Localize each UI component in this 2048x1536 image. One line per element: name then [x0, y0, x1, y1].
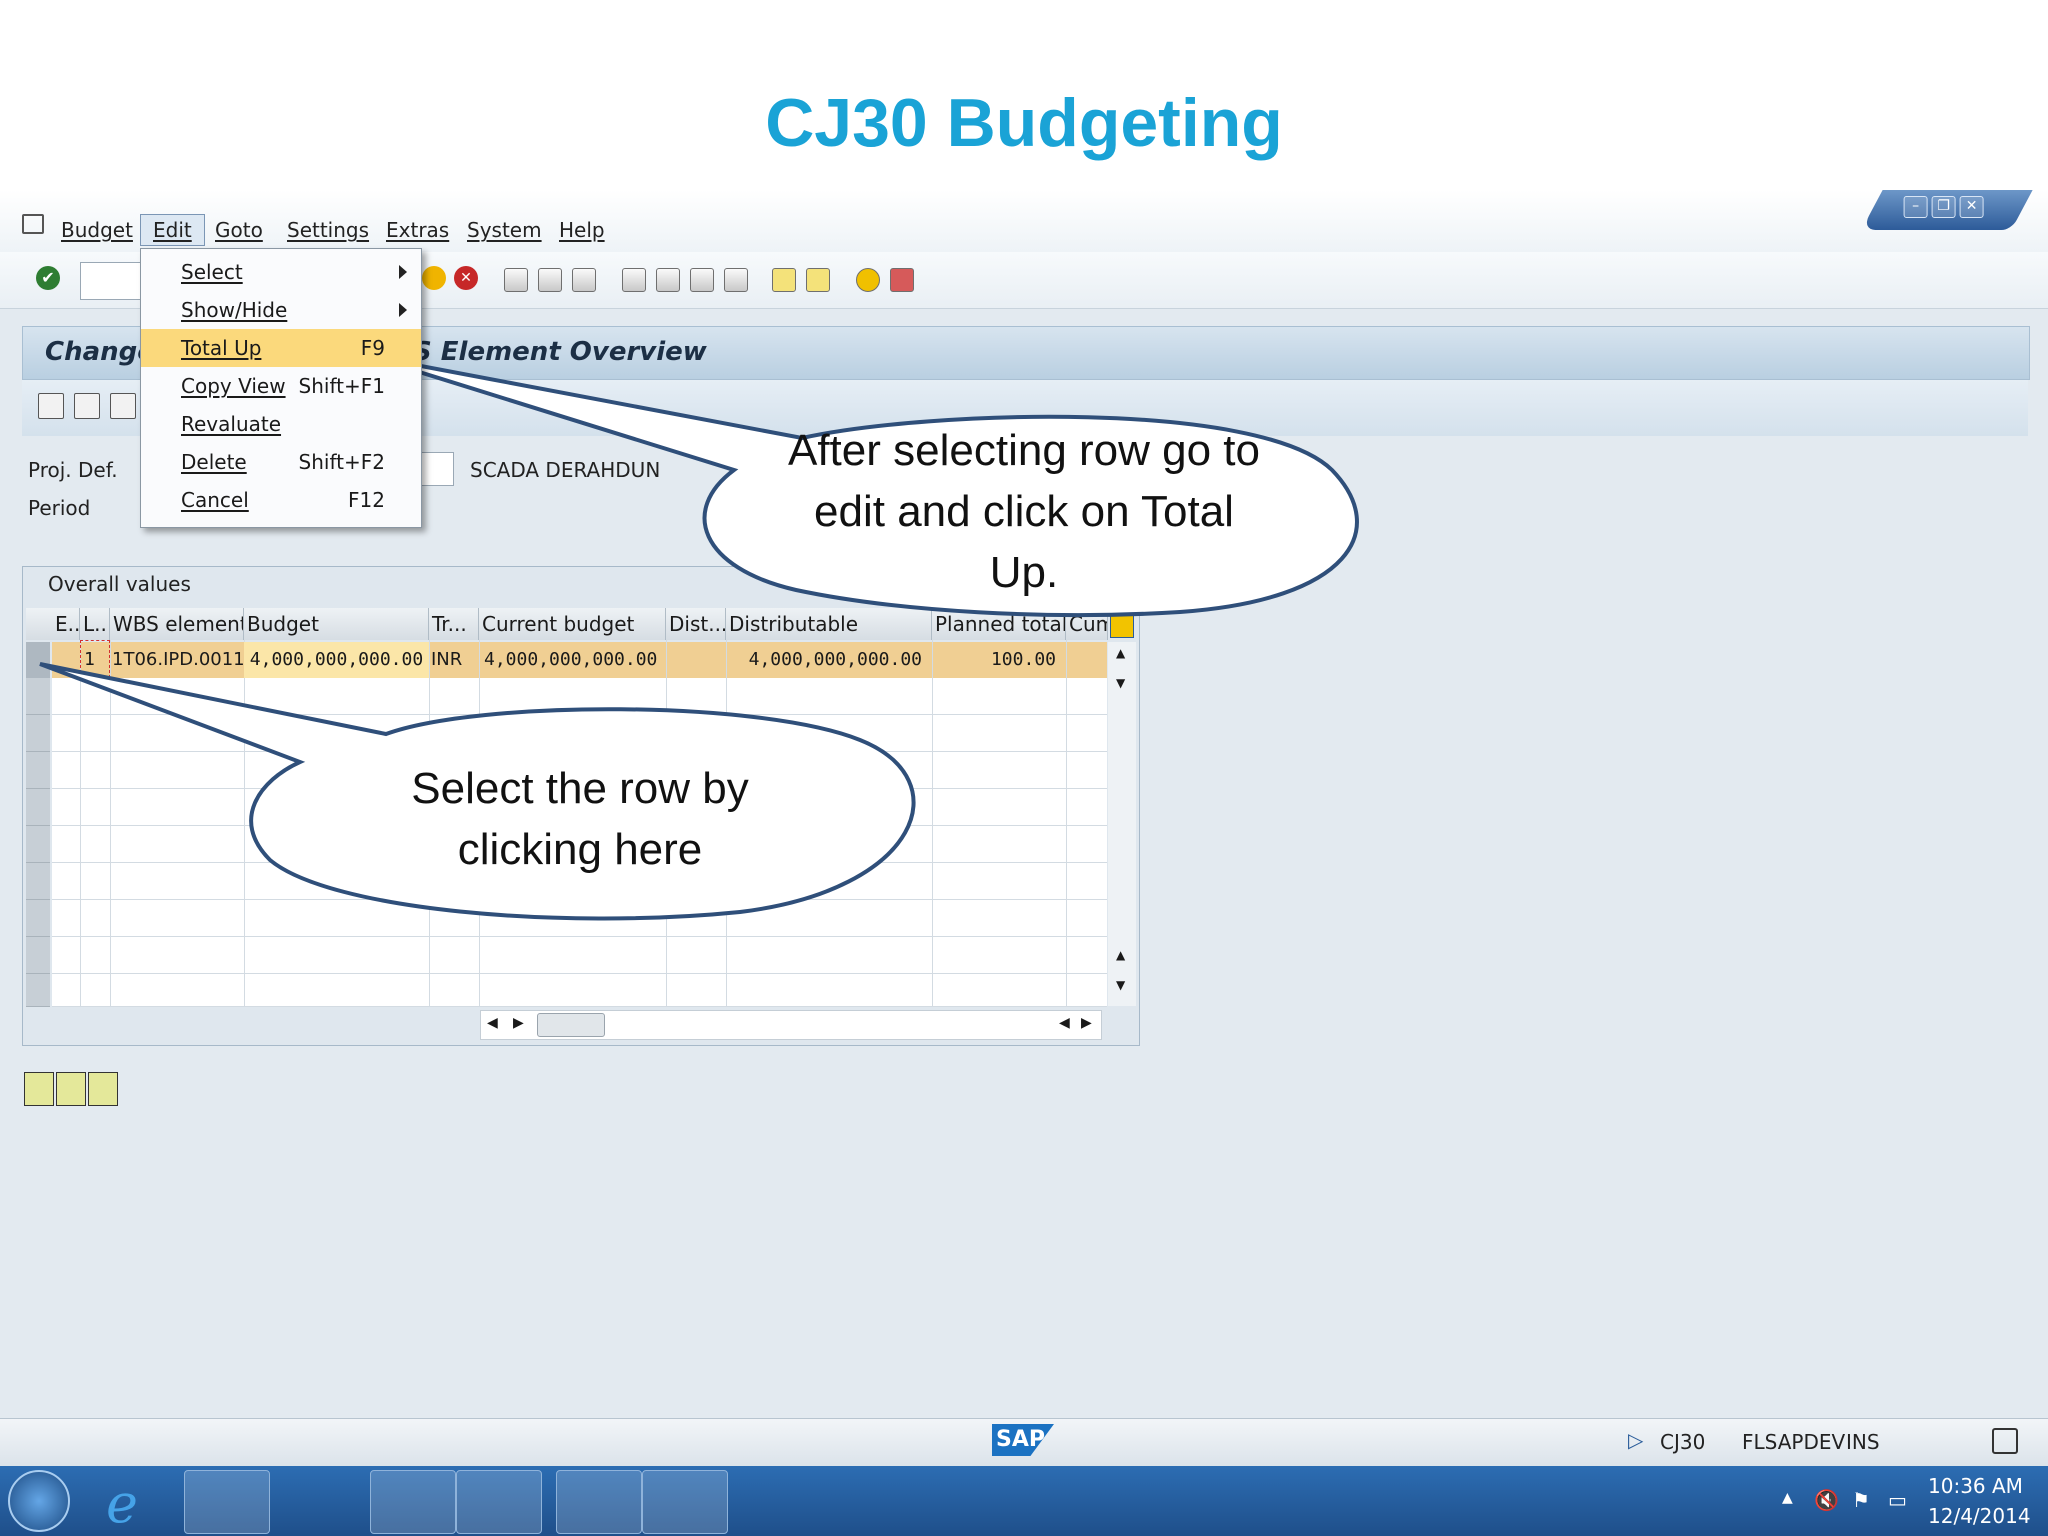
- menu-item-total-up[interactable]: Total Up F9: [141, 329, 421, 367]
- menu-item-show-hide[interactable]: Show/Hide: [141, 291, 421, 329]
- submenu-arrow-icon: [399, 303, 407, 317]
- submenu-arrow-icon: [399, 265, 407, 279]
- edit-menu-dropdown: Select Show/Hide Total Up F9 Copy View Shi…: [140, 248, 422, 528]
- menu-item-revaluate[interactable]: Revaluate: [141, 405, 421, 443]
- menu-item-cancel[interactable]: Cancel F12: [141, 481, 421, 519]
- callout-layer: [39, 354, 1359, 921]
- menu-item-select[interactable]: Select: [141, 253, 421, 291]
- callout-menu-text: After selecting row go to edit and click…: [787, 426, 1260, 597]
- callout-row-text: Select the row by clicking here: [411, 764, 749, 874]
- menu-item-copy-view[interactable]: Copy View Shift+F1: [141, 367, 421, 405]
- menu-item-delete[interactable]: Delete Shift+F2: [141, 443, 421, 481]
